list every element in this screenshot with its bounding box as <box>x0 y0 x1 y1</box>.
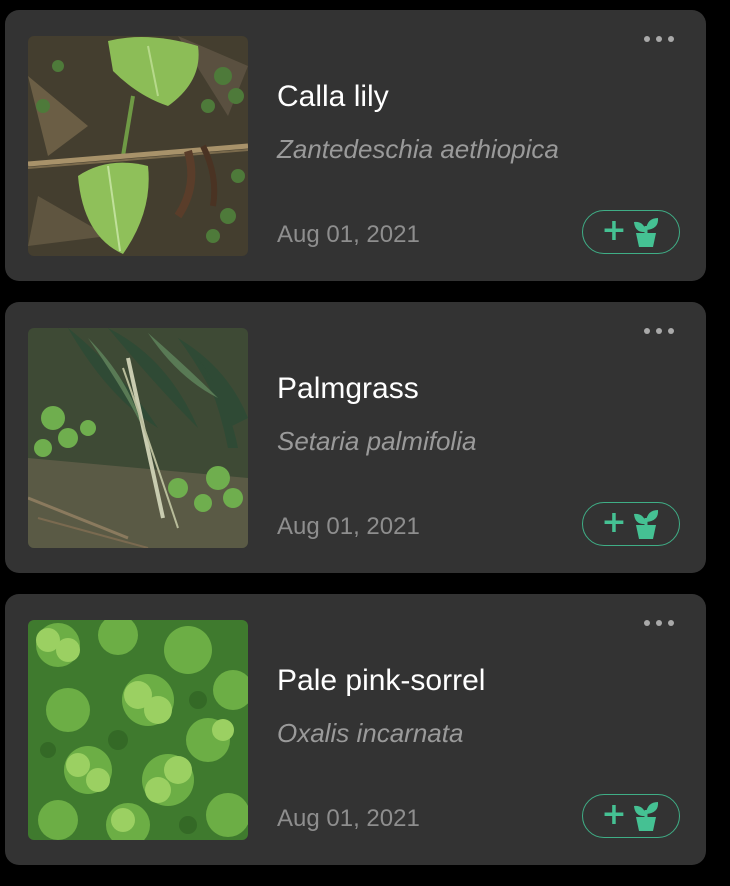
plant-scientific-name: Oxalis incarnata <box>277 718 464 748</box>
more-dots-icon <box>644 328 650 334</box>
plant-scientific-name: Zantedeschia aethiopica <box>277 134 559 164</box>
plus-icon: + <box>601 797 627 832</box>
add-plant-icon <box>633 802 658 831</box>
plant-common-name: Calla lily <box>277 80 389 113</box>
plant-common-name: Pale pink-sorrel <box>277 664 486 697</box>
palmgrass-photo <box>28 328 248 548</box>
plant-photo[interactable] <box>28 328 248 548</box>
add-to-garden-button[interactable]: + <box>582 210 680 254</box>
more-dots-icon <box>644 620 650 626</box>
plant-photo[interactable] <box>28 620 248 840</box>
plus-icon: + <box>601 505 627 540</box>
plus-icon: + <box>601 213 627 248</box>
add-plant-icon <box>633 218 658 247</box>
plant-scientific-name: Setaria palmifolia <box>277 426 477 456</box>
plant-list: Calla lily Zantedeschia aethiopica Aug 0… <box>0 0 730 886</box>
add-to-garden-button[interactable]: + <box>582 794 680 838</box>
plant-card[interactable]: Pale pink-sorrel Oxalis incarnata Aug 01… <box>5 594 706 865</box>
more-options-button[interactable] <box>635 612 683 634</box>
plant-card[interactable]: Calla lily Zantedeschia aethiopica Aug 0… <box>5 10 706 281</box>
clover-sorrel-photo <box>28 620 248 840</box>
more-options-button[interactable] <box>635 28 683 50</box>
plant-date: Aug 01, 2021 <box>277 513 420 540</box>
more-dots-icon <box>644 36 650 42</box>
plant-card[interactable]: Palmgrass Setaria palmifolia Aug 01, 202… <box>5 302 706 573</box>
calla-lily-leaves-photo <box>28 36 248 256</box>
plant-common-name: Palmgrass <box>277 372 419 405</box>
more-options-button[interactable] <box>635 320 683 342</box>
plant-date: Aug 01, 2021 <box>277 221 420 248</box>
add-plant-icon <box>633 510 658 539</box>
plant-date: Aug 01, 2021 <box>277 805 420 832</box>
add-to-garden-button[interactable]: + <box>582 502 680 546</box>
plant-photo[interactable] <box>28 36 248 256</box>
